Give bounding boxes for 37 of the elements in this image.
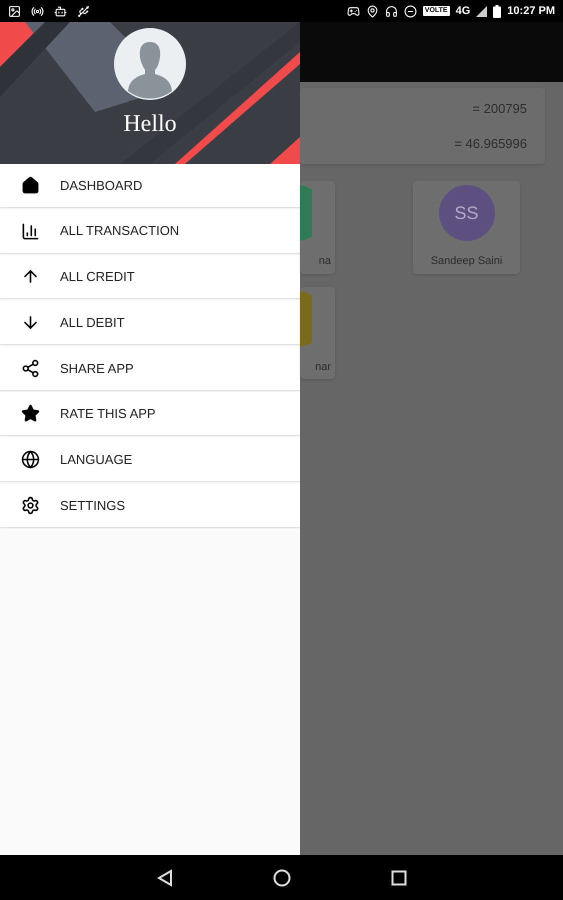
back-icon[interactable]	[156, 868, 172, 886]
summary-value: = 46.965996	[454, 134, 527, 152]
avatar-icon	[114, 28, 186, 100]
gamepad-icon	[346, 4, 360, 18]
location-icon	[366, 4, 379, 18]
greeting: Hello	[123, 110, 177, 139]
robot-icon	[54, 4, 67, 18]
menu-item[interactable]: LANGUAGE	[0, 438, 300, 482]
contact-initials: SS	[454, 202, 478, 225]
menu-item[interactable]: ALL TRANSACTION	[0, 210, 300, 253]
summary-value: = 200795	[472, 100, 527, 118]
globe-icon	[21, 450, 40, 470]
settings-icon	[21, 496, 40, 515]
battery-icon	[493, 4, 502, 18]
contact-name: nar	[315, 360, 331, 374]
recents-icon[interactable]	[390, 870, 406, 886]
do-not-disturb-icon	[404, 4, 417, 18]
clock: 10:27 PM	[507, 4, 555, 19]
menu-item[interactable]: DASHBOARD	[0, 164, 300, 207]
star-icon	[21, 404, 40, 424]
share-icon	[21, 358, 40, 378]
contact-name: Sandeep Saini	[430, 254, 502, 269]
menu-item[interactable]: ALL DEBIT	[0, 301, 300, 344]
chart-icon	[21, 222, 40, 241]
menu-item[interactable]: SHARE APP	[0, 346, 300, 390]
usb-icon	[77, 4, 90, 18]
home-icon	[21, 176, 40, 195]
image-icon	[8, 4, 21, 18]
broadcast-icon	[31, 4, 44, 18]
menu-item[interactable]: ALL CREDIT	[0, 255, 300, 298]
network-type: 4G	[456, 4, 470, 19]
headphones-icon	[384, 4, 398, 18]
contact-name: na	[318, 254, 331, 269]
menu-item[interactable]: RATE THIS APP	[0, 392, 300, 436]
home-icon[interactable]	[272, 868, 290, 886]
signal-icon	[476, 6, 488, 16]
menu-item[interactable]: SETTINGS	[0, 484, 300, 527]
